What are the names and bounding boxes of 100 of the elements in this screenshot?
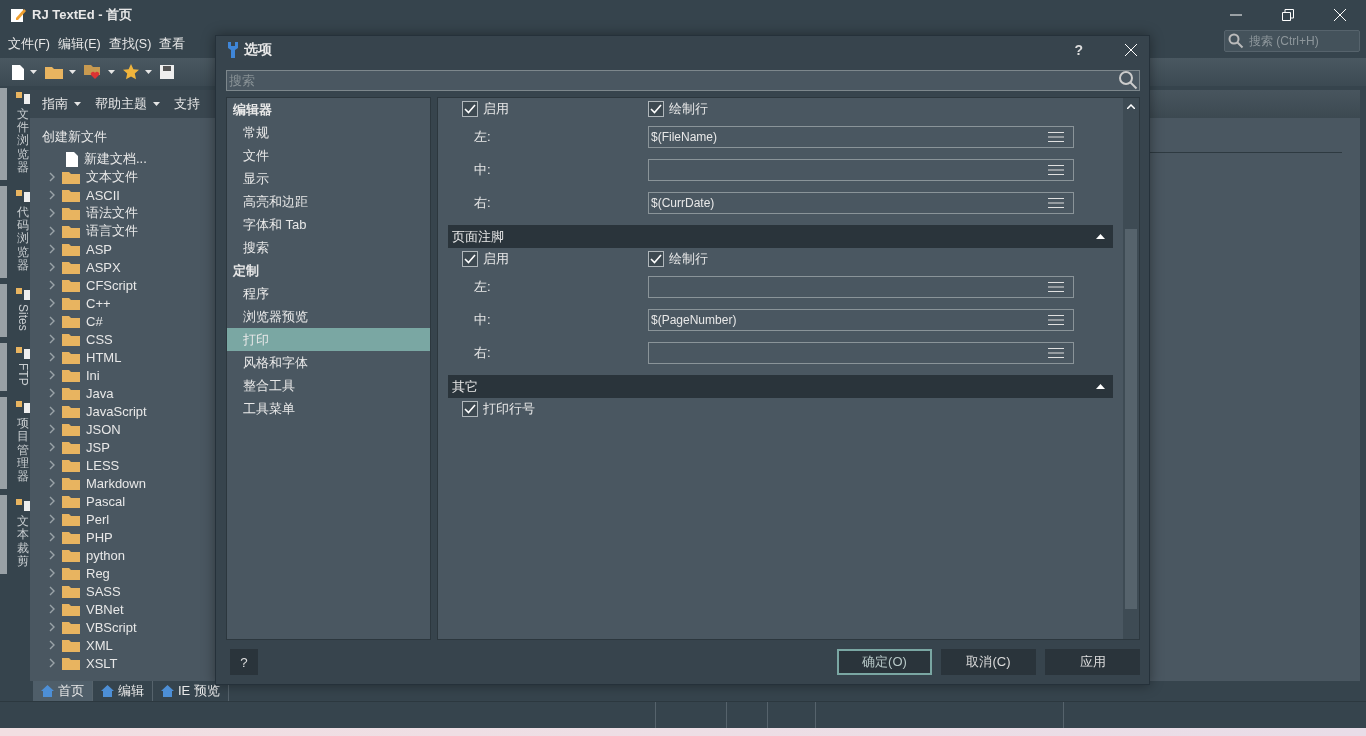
collapse-icon[interactable] [1096,234,1105,239]
document-tab[interactable]: 首页 [33,681,93,701]
menu-icon[interactable] [1048,164,1064,175]
tree-item[interactable]: CFScript [86,277,137,293]
menu-icon[interactable] [1048,131,1064,142]
checkbox[interactable] [648,251,664,267]
tree-item[interactable]: python [86,547,126,563]
tree-item[interactable]: JSP [86,439,110,455]
tree-item[interactable]: HTML [86,349,122,365]
category-item[interactable]: 高亮和边距 [227,190,430,213]
category-item[interactable]: 常规 [227,121,430,144]
tree-item[interactable]: VBScript [86,619,137,635]
dialog-button[interactable]: 确定(O) [837,649,932,675]
category-item[interactable]: 显示 [227,167,430,190]
close-icon[interactable] [1334,9,1346,21]
input-field[interactable] [648,158,1074,181]
menu-icon[interactable] [1048,347,1064,358]
tree-item[interactable]: C# [86,313,103,329]
help-button[interactable]: ? [230,649,258,675]
tree-item[interactable]: LESS [86,457,120,473]
field-label: 中: [474,161,491,177]
tree-item[interactable]: Java [86,385,114,401]
tree-item[interactable]: Markdown [86,475,146,491]
category-item[interactable]: 浏览器预览 [227,305,430,328]
tree-item[interactable]: PHP [86,529,113,545]
category-item[interactable]: 工具菜单 [227,397,430,420]
dialog-button[interactable]: 应用 [1045,649,1140,675]
folder-icon [62,368,80,382]
category-item[interactable]: 搜索 [227,236,430,259]
tree-item[interactable]: ASPX [86,259,121,275]
caret-icon [69,70,76,74]
category-item[interactable]: 字体和 Tab [227,213,430,236]
menu-icon[interactable] [1048,197,1064,208]
folder-icon [62,476,80,490]
input-field[interactable]: $(CurrDate) [648,191,1074,214]
tree-item[interactable]: 语法文件 [86,204,138,222]
dialog-button[interactable]: 取消(C) [941,649,1036,675]
menu-item[interactable]: 查找(S) [108,35,152,53]
favorite-folder-icon[interactable] [84,64,102,80]
tree-item[interactable]: XSLT [86,655,118,671]
document-tab[interactable]: 编辑 [93,681,153,701]
category-item[interactable]: 程序 [227,282,430,305]
scroll-up-icon[interactable] [1127,104,1135,109]
close-icon[interactable] [1125,44,1137,56]
checkbox[interactable] [462,401,478,417]
search-field[interactable]: 搜索 (Ctrl+H) [1224,30,1360,52]
new-file-icon [12,64,24,80]
section-header[interactable]: 页面注脚 [448,225,1113,248]
star-icon[interactable] [123,64,139,80]
toolbar-menu[interactable]: 支持 [174,95,200,113]
folder-icon [62,548,80,562]
tree-item[interactable]: 新建文档... [84,150,147,168]
section-title: 其它 [452,377,478,396]
restore-icon[interactable] [1282,9,1294,21]
toolbar-menu[interactable]: 指南 [42,95,81,113]
collapse-icon[interactable] [1096,384,1105,389]
checkbox[interactable] [462,101,478,117]
tree-item[interactable]: ASP [86,241,112,257]
tree-item[interactable]: C++ [86,295,111,311]
tree-item[interactable]: JSON [86,421,121,437]
scrollbar[interactable] [1123,98,1139,639]
tree-item[interactable]: XML [86,637,113,653]
help-button[interactable]: ? [1068,41,1089,59]
folder-icon [62,494,80,508]
tree-item[interactable]: Pascal [86,493,126,509]
tree-item[interactable]: 语言文件 [86,222,138,240]
search-field[interactable]: 搜索 [226,70,1140,91]
tree-item[interactable]: Reg [86,565,110,581]
checkbox-label: 打印行号 [483,400,535,418]
category-heading[interactable]: 定制 [227,259,430,282]
tree-item[interactable]: VBNet [86,601,124,617]
checkbox[interactable] [462,251,478,267]
tree-item[interactable]: CSS [86,331,113,347]
tree-item[interactable]: Ini [86,367,100,383]
category-heading[interactable]: 编辑器 [227,98,430,121]
menu-icon[interactable] [1048,314,1064,325]
tree-item[interactable]: 文本文件 [86,168,138,186]
tab-icon [101,685,114,697]
folder-icon[interactable] [45,65,63,79]
checkbox[interactable] [648,101,664,117]
menu-item[interactable]: 查看 [159,35,186,53]
menu-icon[interactable] [1048,281,1064,292]
tree-item[interactable]: ASCII [86,187,120,203]
input-field[interactable] [648,275,1074,298]
input-field[interactable] [648,341,1074,364]
category-item[interactable]: 文件 [227,144,430,167]
tree-item[interactable]: JavaScript [86,403,147,419]
category-item[interactable]: 整合工具 [227,374,430,397]
input-field[interactable]: $(FileName) [648,125,1074,148]
section-header[interactable]: 其它 [448,375,1113,398]
tree-item[interactable]: Perl [86,511,110,527]
category-item[interactable]: 风格和字体 [227,351,430,374]
save-icon[interactable] [160,65,174,79]
menu-item[interactable]: 文件(F) [8,35,50,53]
input-field[interactable]: $(PageNumber) [648,308,1074,331]
toolbar-menu[interactable]: 帮助主题 [95,95,160,113]
menu-item[interactable]: 编辑(E) [57,35,101,53]
tree-item[interactable]: SASS [86,583,121,599]
folder-icon [62,530,80,544]
folder-icon [62,512,80,526]
